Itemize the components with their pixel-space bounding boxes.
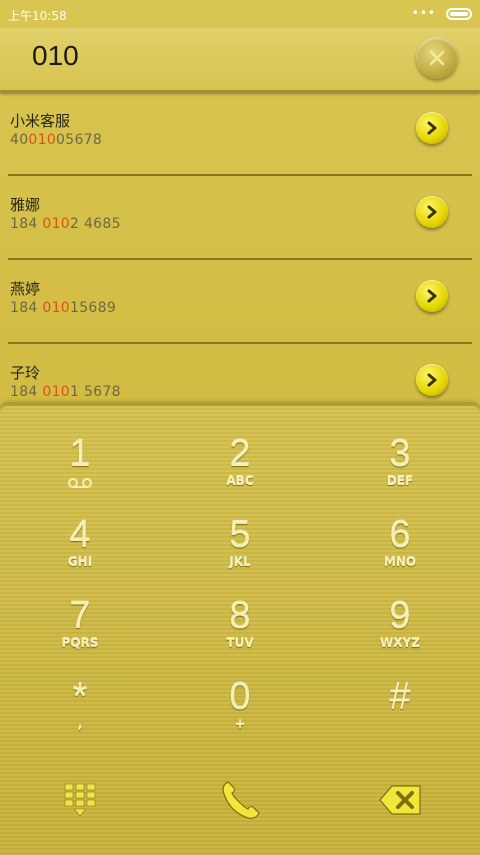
key-digit: 8 — [229, 595, 251, 637]
key-letters: TUV — [226, 636, 254, 650]
contact-detail-button[interactable] — [416, 196, 448, 228]
key-4[interactable]: 4 GHI — [0, 487, 160, 569]
dialpad: 1 2 ABC 3 DEF 4 GHI 5 JKL 6 MNO 7 PQRS 8… — [0, 404, 480, 855]
contact-detail-button[interactable] — [416, 112, 448, 144]
signal-dots-icon: ••• — [411, 6, 436, 20]
call-button[interactable] — [160, 760, 320, 840]
chevron-right-icon — [427, 205, 437, 219]
status-bar: 上午10:58 ••• — [0, 0, 480, 28]
key-digit: 5 — [229, 514, 251, 556]
key-3[interactable]: 3 DEF — [320, 406, 480, 488]
key-digit: 0 — [229, 676, 251, 718]
voicemail-icon — [0, 474, 160, 488]
key-2[interactable]: 2 ABC — [160, 406, 320, 488]
close-icon — [429, 50, 445, 66]
key-digit: * — [72, 676, 88, 718]
contact-row[interactable]: 小米客服 4001005678 — [8, 92, 472, 176]
key-letters: , — [77, 717, 83, 731]
phone-icon — [222, 781, 260, 819]
key-letters: JKL — [229, 555, 251, 569]
key-6[interactable]: 6 MNO — [320, 487, 480, 569]
key-5[interactable]: 5 JKL — [160, 487, 320, 569]
contact-name: 雅娜 — [10, 196, 41, 214]
backspace-button[interactable] — [320, 760, 480, 840]
contact-name: 燕婷 — [10, 280, 41, 298]
contact-number: 184 0102 4685 — [10, 216, 121, 232]
chevron-right-icon — [427, 121, 437, 135]
key-digit: 7 — [69, 595, 91, 637]
key-0[interactable]: 0 + — [160, 649, 320, 731]
dialpad-grid-icon — [64, 783, 96, 817]
key-1[interactable]: 1 — [0, 406, 160, 488]
key-9[interactable]: 9 WXYZ — [320, 568, 480, 650]
contact-row[interactable]: 雅娜 184 0102 4685 — [8, 176, 472, 260]
key-hash[interactable]: # — [320, 649, 480, 729]
contact-number: 4001005678 — [10, 132, 103, 148]
backspace-icon — [379, 785, 421, 815]
contact-row[interactable]: 燕婷 184 01015689 — [8, 260, 472, 344]
dial-search-bar: 010 — [0, 28, 480, 92]
contact-number: 184 0101 5678 — [10, 384, 121, 400]
key-digit: 1 — [69, 433, 91, 475]
key-letters: ABC — [226, 474, 254, 488]
chevron-right-icon — [427, 289, 437, 303]
clear-button[interactable] — [416, 37, 458, 79]
key-digit: 4 — [69, 514, 91, 556]
key-letters: DEF — [386, 474, 414, 488]
status-time: 上午10:58 — [8, 9, 67, 23]
contact-suggestions: 小米客服 4001005678 雅娜 184 0102 4685 燕婷 184 … — [0, 92, 480, 426]
key-8[interactable]: 8 TUV — [160, 568, 320, 650]
chevron-right-icon — [427, 373, 437, 387]
key-letters: PQRS — [61, 636, 99, 650]
key-digit: 3 — [389, 433, 411, 475]
contact-number: 184 01015689 — [10, 300, 117, 316]
key-digit: # — [389, 676, 411, 718]
key-digit: 2 — [229, 433, 251, 475]
key-letters: WXYZ — [380, 636, 420, 650]
contact-name: 小米客服 — [10, 112, 71, 130]
contact-detail-button[interactable] — [416, 280, 448, 312]
hide-dialpad-button[interactable] — [0, 760, 160, 840]
key-letters: + — [234, 717, 246, 731]
key-7[interactable]: 7 PQRS — [0, 568, 160, 650]
dialed-number[interactable]: 010 — [32, 40, 79, 72]
contact-name: 子玲 — [10, 364, 41, 382]
key-star[interactable]: * , — [0, 649, 160, 731]
key-letters: GHI — [67, 555, 93, 569]
key-digit: 9 — [389, 595, 411, 637]
key-digit: 6 — [389, 514, 411, 556]
contact-detail-button[interactable] — [416, 364, 448, 396]
key-letters: MNO — [383, 555, 417, 569]
battery-icon — [446, 8, 472, 20]
